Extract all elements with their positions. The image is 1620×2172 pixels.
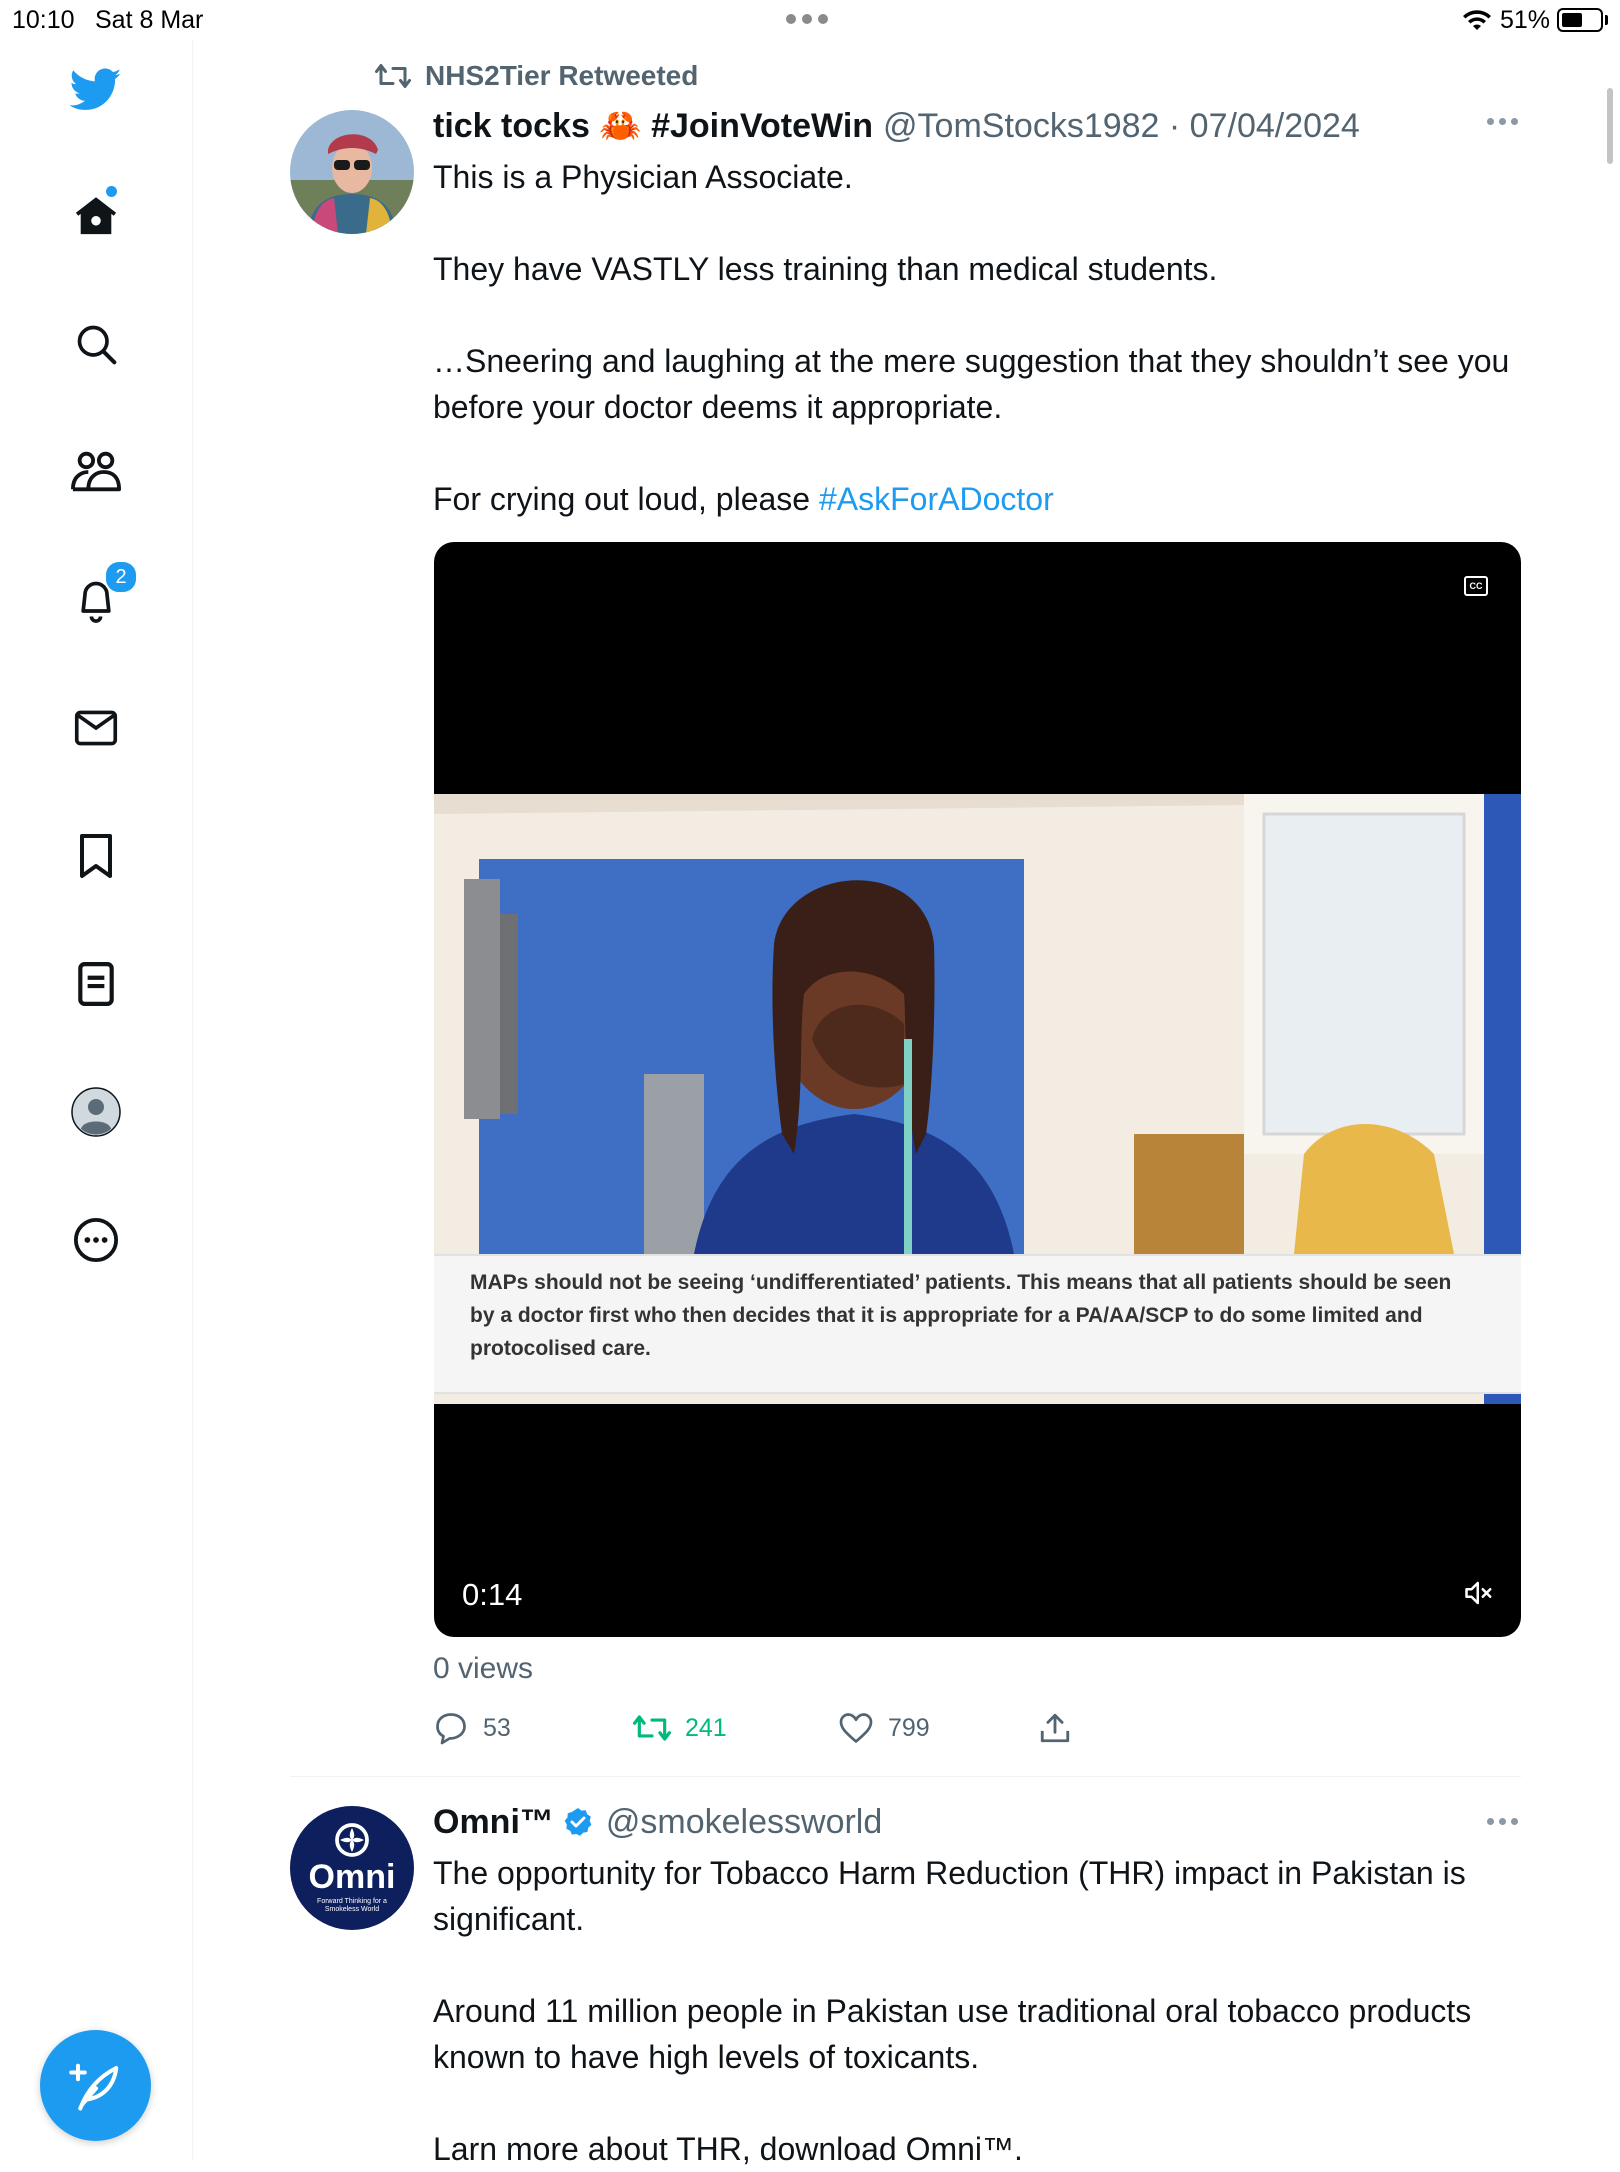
- tweet-text: This is a Physician Associate. They have…: [433, 154, 1523, 522]
- author-name[interactable]: Omni™: [433, 1803, 554, 1842]
- tweet-divider: [290, 1776, 1521, 1777]
- video-player[interactable]: CC MAPs should not be seeing ‘undifferen…: [434, 542, 1521, 1637]
- search-icon[interactable]: [70, 318, 122, 370]
- video-frame: MAPs should not be seeing ‘undifferentia…: [434, 794, 1521, 1404]
- omni-avatar-tagline: Forward Thinking for a Smokeless World: [317, 1898, 387, 1913]
- tweet-text-line: Around 11 million people in Pakistan use…: [433, 1993, 1472, 2075]
- notifications-bell-icon[interactable]: 2: [70, 560, 138, 626]
- like-count: 799: [888, 1713, 930, 1742]
- tweet-header: Omni™ @smokelessworld: [433, 1800, 882, 1844]
- reply-button[interactable]: 53: [433, 1708, 511, 1748]
- tweet-text-line: The opportunity for Tobacco Harm Reducti…: [433, 1855, 1466, 1937]
- tweet-more-menu-icon[interactable]: [1487, 118, 1519, 128]
- tweet-text: The opportunity for Tobacco Harm Reducti…: [433, 1850, 1523, 2172]
- retweet-button[interactable]: 241: [633, 1708, 727, 1748]
- home-icon[interactable]: [70, 186, 122, 242]
- author-handle-and-date[interactable]: @TomStocks1982 · 07/04/2024: [883, 107, 1360, 146]
- wifi-icon: [1463, 10, 1491, 30]
- verified-badge-icon: [562, 1806, 594, 1838]
- hashtag-link[interactable]: #AskForADoctor: [819, 481, 1054, 517]
- muted-speaker-icon[interactable]: [1464, 1580, 1494, 1606]
- tweet-text-line: For crying out loud, please #AskForADoct…: [433, 481, 1054, 517]
- reply-icon: [436, 1713, 466, 1745]
- lists-icon[interactable]: [70, 958, 122, 1010]
- video-caption-text: MAPs should not be seeing ‘undifferentia…: [470, 1271, 1452, 1360]
- compose-tweet-button[interactable]: [40, 2030, 151, 2141]
- twitter-bird-logo-icon[interactable]: [70, 64, 122, 116]
- battery-percentage: 51%: [1500, 6, 1551, 34]
- author-avatar[interactable]: [290, 110, 414, 234]
- bookmarks-icon[interactable]: [70, 830, 122, 882]
- tweet-more-menu-icon[interactable]: [1487, 1818, 1519, 1828]
- status-time: 10:10: [12, 6, 75, 34]
- messages-envelope-icon[interactable]: [70, 702, 122, 754]
- status-bar: 10:10 Sat 8 Mar 51%: [0, 0, 1620, 40]
- share-icon: [1040, 1713, 1070, 1743]
- retweet-context[interactable]: NHS2Tier Retweeted: [375, 58, 698, 94]
- like-button[interactable]: 799: [838, 1708, 930, 1748]
- tweet-header: tick tocks 🦀 #JoinVoteWin @TomStocks1982…: [433, 104, 1360, 148]
- retweet-count: 241: [685, 1713, 727, 1742]
- retweet-icon: [375, 64, 411, 88]
- share-button[interactable]: [1038, 1708, 1072, 1748]
- view-count: 0 views: [433, 1652, 534, 1685]
- omni-logo-icon: [335, 1823, 369, 1857]
- author-handle[interactable]: @smokelessworld: [606, 1803, 882, 1842]
- compose-feather-icon: [68, 2063, 118, 2111]
- notification-count-badge: 2: [104, 560, 138, 594]
- omni-avatar-wordmark: Omni: [308, 1858, 396, 1896]
- home-unread-dot: [106, 186, 117, 197]
- tweet-actions: 53 241 799: [433, 1708, 1133, 1748]
- tweet-text-line: …Sneering and laughing at the mere sugge…: [433, 343, 1510, 425]
- more-options-icon[interactable]: [70, 1214, 122, 1266]
- heart-icon: [839, 1713, 873, 1743]
- omni-avatar[interactable]: Omni Forward Thinking for a Smokeless Wo…: [290, 1806, 414, 1930]
- retweeted-by-label: NHS2Tier Retweeted: [425, 60, 699, 91]
- author-name[interactable]: tick tocks 🦀 #JoinVoteWin: [433, 106, 873, 146]
- tweet-text-line: Larn more about THR, download Omni™.: [433, 2131, 1023, 2167]
- retweet-icon: [633, 1715, 671, 1741]
- profile-avatar-icon[interactable]: [70, 1086, 122, 1138]
- timeline-scrollbar[interactable]: [1607, 88, 1613, 164]
- communities-icon[interactable]: [70, 446, 122, 498]
- reply-count: 53: [483, 1713, 511, 1742]
- video-duration: 0:14: [462, 1577, 523, 1612]
- tweet-text-line: They have VASTLY less training than medi…: [433, 251, 1218, 287]
- sidebar-nav: 2: [0, 40, 193, 2160]
- multitasking-dots-icon[interactable]: [786, 14, 832, 24]
- status-date: Sat 8 Mar: [95, 6, 204, 34]
- battery-icon: [1557, 8, 1603, 32]
- closed-captions-icon[interactable]: CC: [1464, 576, 1488, 596]
- tweet-text-line: This is a Physician Associate.: [433, 159, 853, 195]
- video-caption-banner: MAPs should not be seeing ‘undifferentia…: [434, 1254, 1521, 1394]
